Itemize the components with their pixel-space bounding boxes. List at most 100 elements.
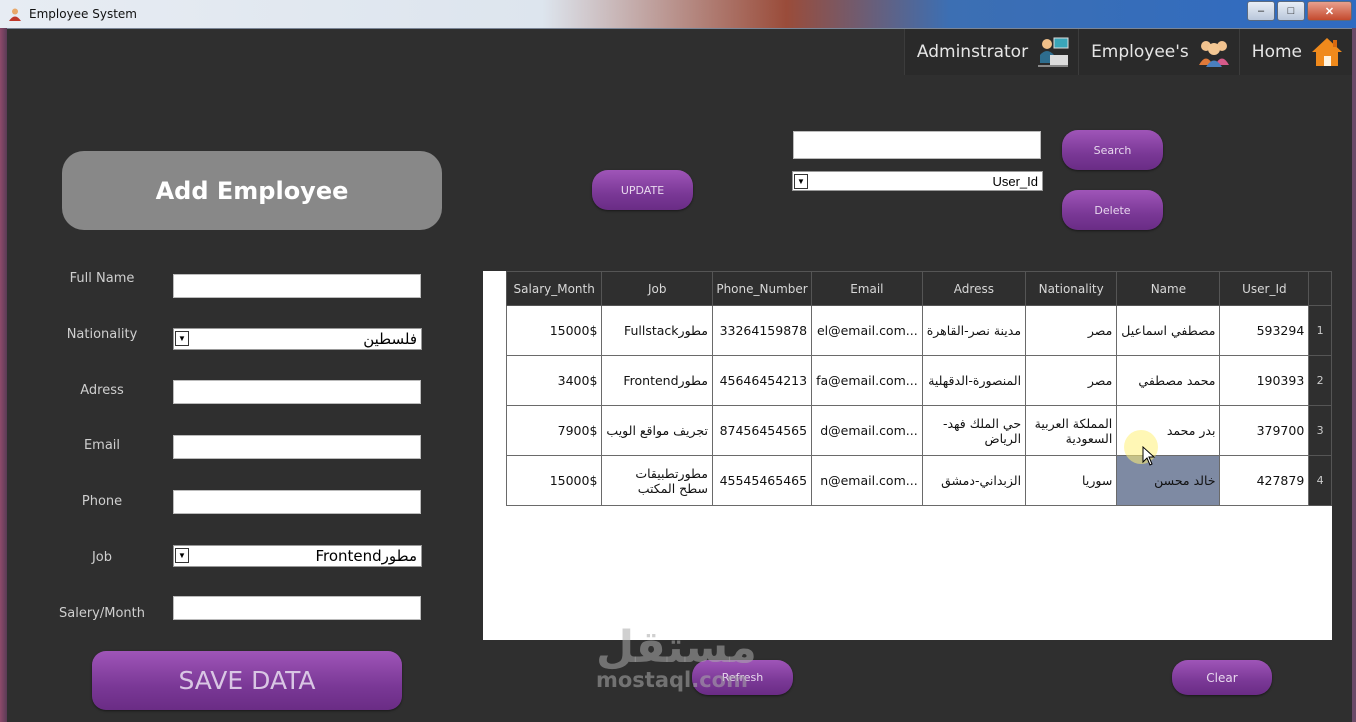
table-row[interactable]: 3400$ Frontendمطور 45646454213 fa@email.… xyxy=(505,355,1332,406)
table-row[interactable]: 15000$ Fullstackمطور 33264159878 el@emai… xyxy=(505,305,1332,356)
cell-phone[interactable]: 87456454565 xyxy=(711,405,813,456)
minimize-icon: – xyxy=(1257,5,1265,17)
cell-job[interactable]: Fullstackمطور xyxy=(601,305,713,356)
adress-input[interactable] xyxy=(173,380,421,404)
close-icon: ✕ xyxy=(1324,5,1335,18)
cell-email[interactable]: el@email.com... xyxy=(811,305,923,356)
search-input[interactable] xyxy=(793,131,1041,159)
email-label: Email xyxy=(83,438,121,453)
nationality-select[interactable]: ▼ فلسطين xyxy=(173,328,422,350)
search-field-value: User_Id xyxy=(992,174,1038,189)
column-header-job[interactable]: Job xyxy=(601,271,713,306)
cell-job[interactable]: مطورتطبيقات سطح المكتب xyxy=(601,455,713,506)
employee-table[interactable]: Salary_Month Job Phone_Number Email Adre… xyxy=(505,271,1332,506)
cell-phone[interactable]: 33264159878 xyxy=(711,305,813,356)
cell-name[interactable]: مصطفي اسماعيل xyxy=(1116,305,1221,356)
cell-salary[interactable]: 7900$ xyxy=(505,405,603,456)
chevron-down-icon[interactable]: ▼ xyxy=(175,548,189,563)
row-number[interactable]: 2 xyxy=(1308,355,1332,406)
column-header-adress[interactable]: Adress xyxy=(921,271,1027,306)
row-number[interactable]: 3 xyxy=(1308,405,1332,456)
full-name-label: Full Name xyxy=(69,271,135,286)
cell-nationality[interactable]: المملكة العربية السعودية xyxy=(1025,405,1118,456)
row-number[interactable]: 1 xyxy=(1308,305,1332,356)
phone-input[interactable] xyxy=(173,490,421,514)
window-title: Employee System xyxy=(29,7,137,21)
cell-name[interactable]: محمد مصطفي xyxy=(1116,355,1221,406)
nav-adminstrator[interactable]: Adminstrator xyxy=(903,29,1079,75)
window-left-border xyxy=(0,28,7,722)
watermark: مستقل mostaql.com xyxy=(596,626,757,693)
employees-group-icon xyxy=(1198,41,1229,67)
column-header-email[interactable]: Email xyxy=(811,271,923,306)
row-number[interactable]: 4 xyxy=(1308,455,1332,506)
cell-email[interactable]: fa@email.com... xyxy=(811,355,923,406)
cell-email[interactable]: d@email.com... xyxy=(811,405,923,456)
cell-salary[interactable]: 15000$ xyxy=(505,305,603,356)
cell-adress[interactable]: المنصورة-الدقهلية xyxy=(921,355,1027,406)
window-titlebar[interactable]: Employee System – □ ✕ xyxy=(0,0,1356,29)
home-icon xyxy=(1312,38,1342,66)
job-value: Frontendمطور xyxy=(315,547,417,565)
cell-nationality[interactable]: مصر xyxy=(1025,355,1118,406)
column-header-nationality[interactable]: Nationality xyxy=(1025,271,1118,306)
job-label: Job xyxy=(91,550,113,565)
cell-nationality[interactable]: مصر xyxy=(1025,305,1118,356)
column-header-user-id[interactable]: User_Id xyxy=(1219,271,1310,306)
add-employee-heading: Add Employee xyxy=(62,151,442,230)
cell-adress[interactable]: مدينة نصر-القاهرة xyxy=(921,305,1027,356)
maximize-button[interactable]: □ xyxy=(1277,1,1305,21)
column-header-salary[interactable]: Salary_Month xyxy=(505,271,603,306)
save-data-button[interactable]: SAVE DATA xyxy=(92,651,402,710)
table-row[interactable]: 7900$ تجريف مواقع الويب 87456454565 d@em… xyxy=(505,405,1332,456)
full-name-input[interactable] xyxy=(173,274,421,298)
watermark-latin: mostaql.com xyxy=(596,668,748,692)
cell-adress[interactable]: الزبداني-دمشق xyxy=(921,455,1027,506)
window-controls: – □ ✕ xyxy=(1247,1,1352,21)
nav-employees-label: Employee's xyxy=(1091,42,1189,62)
chevron-down-icon[interactable]: ▼ xyxy=(794,174,808,189)
minimize-button[interactable]: – xyxy=(1247,1,1275,21)
search-field-select[interactable]: ▼ User_Id xyxy=(792,171,1043,191)
close-button[interactable]: ✕ xyxy=(1307,1,1352,21)
cell-user-id[interactable]: 379700 xyxy=(1219,405,1310,456)
phone-label: Phone xyxy=(81,494,123,509)
update-button[interactable]: UPDATE xyxy=(592,170,693,210)
maximize-icon: □ xyxy=(1287,5,1295,17)
cell-user-id[interactable]: 427879 xyxy=(1219,455,1310,506)
adress-label: Adress xyxy=(80,383,124,398)
cell-salary[interactable]: 3400$ xyxy=(505,355,603,406)
job-select[interactable]: ▼ Frontendمطور xyxy=(173,545,422,567)
cell-salary[interactable]: 15000$ xyxy=(505,455,603,506)
admin-computer-icon xyxy=(1038,37,1069,67)
table-row[interactable]: 15000$ مطورتطبيقات سطح المكتب 4554546546… xyxy=(505,455,1332,506)
app-user-icon xyxy=(9,8,21,21)
cell-nationality[interactable]: سوريا xyxy=(1025,455,1118,506)
cell-user-id[interactable]: 190393 xyxy=(1219,355,1310,406)
table-corner xyxy=(1308,271,1332,306)
nav-home[interactable]: Home xyxy=(1238,29,1352,75)
salary-input[interactable] xyxy=(173,596,421,620)
window-right-border xyxy=(1352,28,1356,722)
column-header-phone[interactable]: Phone_Number xyxy=(711,271,813,306)
table-header-row: Salary_Month Job Phone_Number Email Adre… xyxy=(505,271,1332,306)
column-header-name[interactable]: Name xyxy=(1116,271,1221,306)
clear-button[interactable]: Clear xyxy=(1172,660,1272,695)
cell-adress[interactable]: حي الملك فهد-الرياض xyxy=(921,405,1027,456)
delete-button[interactable]: Delete xyxy=(1062,190,1163,230)
cell-user-id[interactable]: 593294 xyxy=(1219,305,1310,356)
cell-job[interactable]: تجريف مواقع الويب xyxy=(601,405,713,456)
cell-phone[interactable]: 45646454213 xyxy=(711,355,813,406)
cell-phone[interactable]: 45545465465 xyxy=(711,455,813,506)
email-input[interactable] xyxy=(173,435,421,459)
nationality-value: فلسطين xyxy=(363,330,417,348)
nav-adminstrator-label: Adminstrator xyxy=(916,42,1029,62)
chevron-down-icon[interactable]: ▼ xyxy=(175,331,189,346)
employee-table-panel[interactable]: Salary_Month Job Phone_Number Email Adre… xyxy=(483,271,1332,640)
cell-email[interactable]: n@email.com... xyxy=(811,455,923,506)
cell-name[interactable]: خالد محسن xyxy=(1116,455,1221,506)
nav-employees[interactable]: Employee's xyxy=(1078,29,1239,75)
cell-job[interactable]: Frontendمطور xyxy=(601,355,713,406)
search-button[interactable]: Search xyxy=(1062,130,1163,170)
top-nav: Adminstrator Employee's Home xyxy=(903,29,1352,75)
